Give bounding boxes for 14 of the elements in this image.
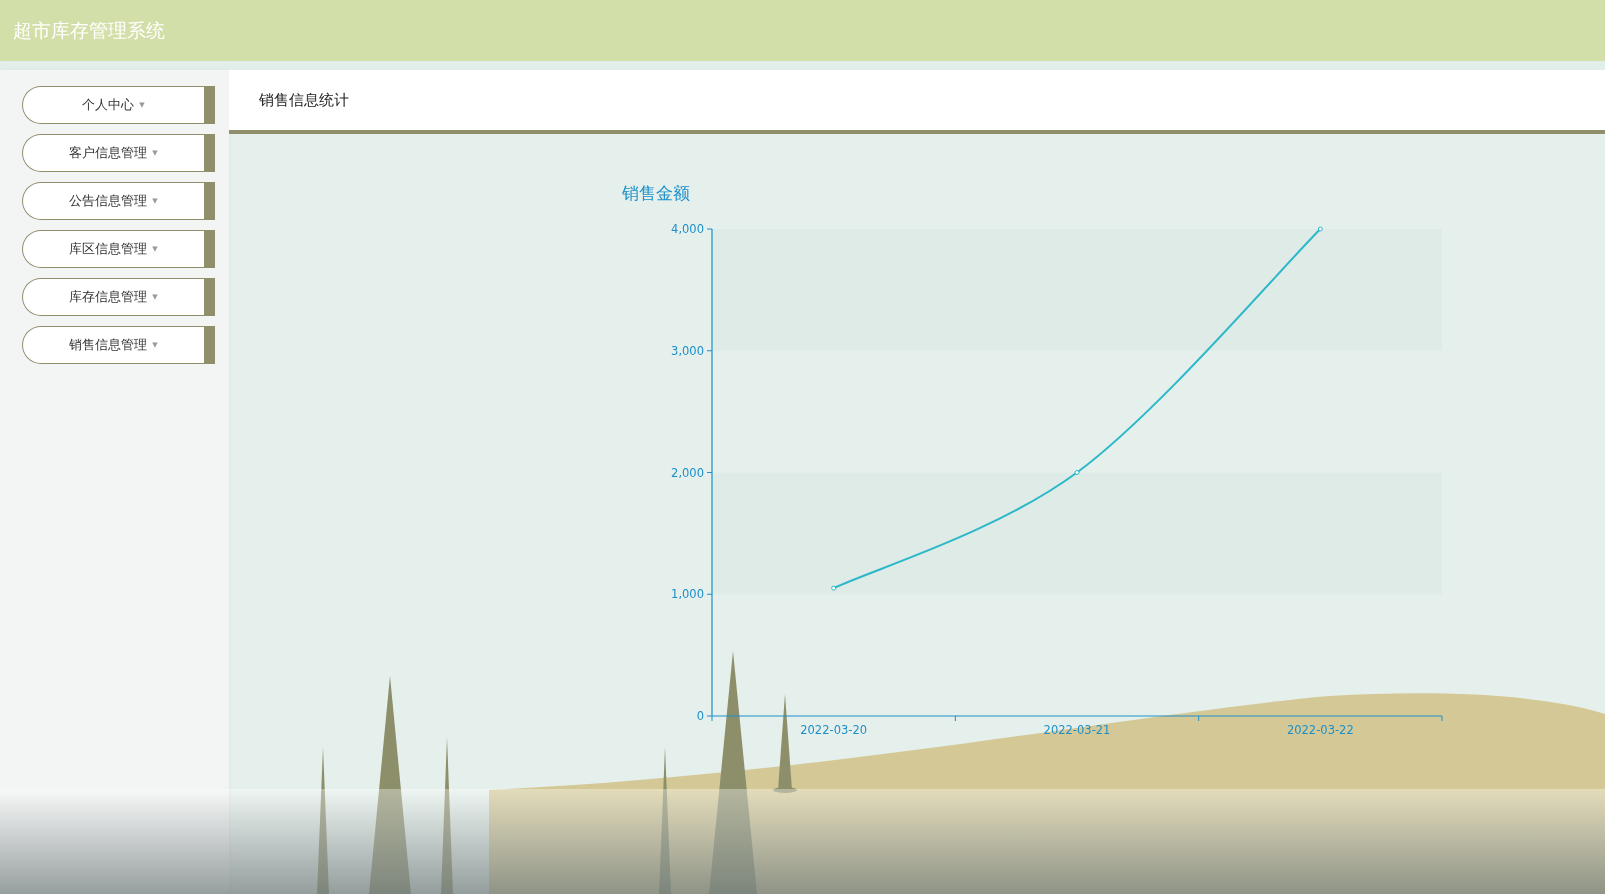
y-axis-label: 3,000 bbox=[671, 343, 704, 358]
data-point bbox=[1317, 226, 1323, 232]
chart-title: 销售金额 bbox=[622, 183, 690, 203]
app-title: 超市库存管理系统 bbox=[13, 17, 165, 43]
y-axis-label: 4,000 bbox=[671, 222, 704, 236]
data-point bbox=[1074, 470, 1080, 475]
y-axis-label: 0 bbox=[696, 709, 704, 723]
y-axis-label: 2,000 bbox=[671, 465, 704, 480]
x-axis-label: 2022-03-20 bbox=[800, 723, 868, 737]
page-title: 销售信息统计 bbox=[259, 90, 349, 110]
x-axis-label: 2022-03-21 bbox=[1043, 723, 1111, 737]
x-axis-label: 2022-03-22 bbox=[1286, 723, 1354, 737]
y-axis-label: 1,000 bbox=[671, 587, 704, 602]
data-point bbox=[831, 585, 837, 591]
